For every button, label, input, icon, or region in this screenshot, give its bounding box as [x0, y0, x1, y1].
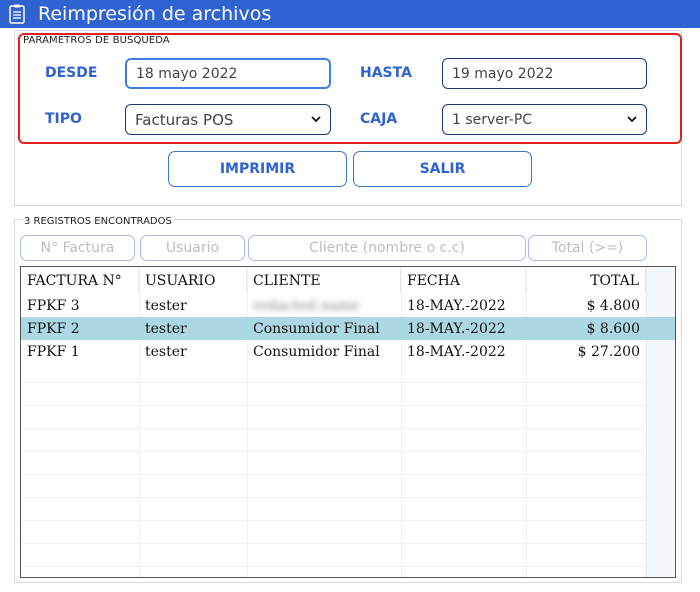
cell-total: $ 8.600: [586, 320, 640, 337]
tipo-select[interactable]: Facturas POS: [125, 104, 331, 135]
results-table[interactable]: FACTURA N° USUARIO CLIENTE FECHA TOTAL F…: [20, 266, 676, 578]
hasta-date-field[interactable]: 19 mayo 2022: [442, 58, 647, 89]
row-divider: [21, 405, 675, 406]
table-header: FACTURA N° USUARIO CLIENTE FECHA TOTAL: [21, 269, 675, 293]
total-filter-input[interactable]: Total (>=): [528, 235, 647, 261]
cell-cliente: Consumidor Final: [253, 320, 380, 337]
row-divider: [21, 428, 675, 429]
cell-total: $ 4.800: [586, 297, 640, 314]
print-button[interactable]: IMPRIMIR: [168, 151, 347, 187]
title-bar: Reimpresión de archivos: [0, 0, 700, 28]
row-divider: [21, 543, 675, 544]
desde-label: DESDE: [45, 65, 98, 81]
chevron-down-icon: [311, 116, 321, 123]
caja-select[interactable]: 1 server-PC: [442, 104, 647, 135]
user-filter-input[interactable]: Usuario: [140, 235, 245, 261]
column-header-cliente[interactable]: CLIENTE: [247, 269, 401, 293]
document-list-icon: [9, 4, 25, 24]
table-row-selected[interactable]: FPKF 2 tester Consumidor Final 18-MAY.-2…: [21, 317, 675, 340]
window-title: Reimpresión de archivos: [38, 3, 272, 25]
cell-fecha: 18-MAY.-2022: [407, 297, 506, 314]
row-divider: [21, 382, 675, 383]
row-divider: [21, 566, 675, 567]
caja-label: CAJA: [360, 111, 398, 127]
tipo-label: TIPO: [45, 111, 82, 127]
cell-fecha: 18-MAY.-2022: [407, 343, 506, 360]
caja-select-value: 1 server-PC: [452, 111, 533, 128]
cell-total: $ 27.200: [577, 343, 640, 360]
column-header-factura[interactable]: FACTURA N°: [21, 269, 139, 293]
row-divider: [21, 520, 675, 521]
tipo-select-value: Facturas POS: [135, 110, 234, 129]
hasta-label: HASTA: [360, 65, 412, 81]
column-header-usuario[interactable]: USUARIO: [139, 269, 247, 293]
exit-button[interactable]: SALIR: [353, 151, 532, 187]
desde-date-value: 18 mayo 2022: [136, 65, 238, 82]
results-caption: 3 REGISTROS ENCONTRADOS: [23, 216, 173, 227]
row-divider: [21, 451, 675, 452]
row-divider: [21, 474, 675, 475]
cell-cliente-redacted: redacted name: [253, 297, 360, 314]
chevron-down-icon: [627, 116, 637, 123]
cell-usuario: tester: [145, 320, 187, 337]
column-header-total[interactable]: TOTAL: [526, 269, 646, 293]
desde-date-field[interactable]: 18 mayo 2022: [125, 58, 331, 89]
column-header-fecha[interactable]: FECHA: [401, 269, 526, 293]
invoice-filter-input[interactable]: N° Factura: [20, 235, 135, 261]
cell-cliente: Consumidor Final: [253, 343, 380, 360]
cell-factura: FPKF 1: [27, 343, 80, 360]
table-row[interactable]: FPKF 1 tester Consumidor Final 18-MAY.-2…: [21, 340, 675, 363]
cell-usuario: tester: [145, 343, 187, 360]
cell-fecha: 18-MAY.-2022: [407, 320, 506, 337]
hasta-date-value: 19 mayo 2022: [452, 65, 554, 82]
table-row[interactable]: FPKF 3 tester redacted name 18-MAY.-2022…: [21, 294, 675, 317]
client-filter-input[interactable]: Cliente (nombre o c.c): [248, 235, 526, 261]
row-divider: [21, 497, 675, 498]
cell-factura: FPKF 3: [27, 297, 80, 314]
cell-factura: FPKF 2: [27, 320, 80, 337]
cell-usuario: tester: [145, 297, 187, 314]
